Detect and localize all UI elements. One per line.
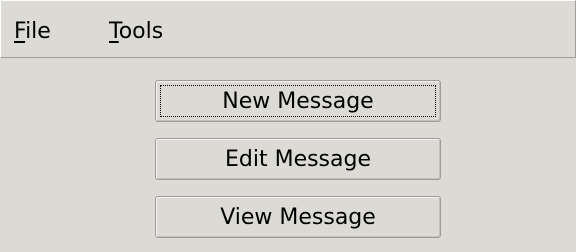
menu-file-mnemonic: F	[14, 19, 26, 44]
menu-tools-label: ools	[118, 19, 164, 44]
menu-tools-mnemonic: T	[109, 19, 119, 44]
view-message-button[interactable]: View Message	[155, 196, 441, 238]
menu-file[interactable]: File	[14, 18, 51, 46]
menu-bar: File Tools	[0, 0, 576, 58]
edit-message-button[interactable]: Edit Message	[155, 138, 441, 180]
menu-file-label: ile	[25, 19, 51, 44]
new-message-button[interactable]: New Message	[155, 80, 441, 122]
menu-tools[interactable]: Tools	[109, 18, 163, 46]
app-window: File Tools New Message Edit Message View…	[0, 0, 576, 252]
